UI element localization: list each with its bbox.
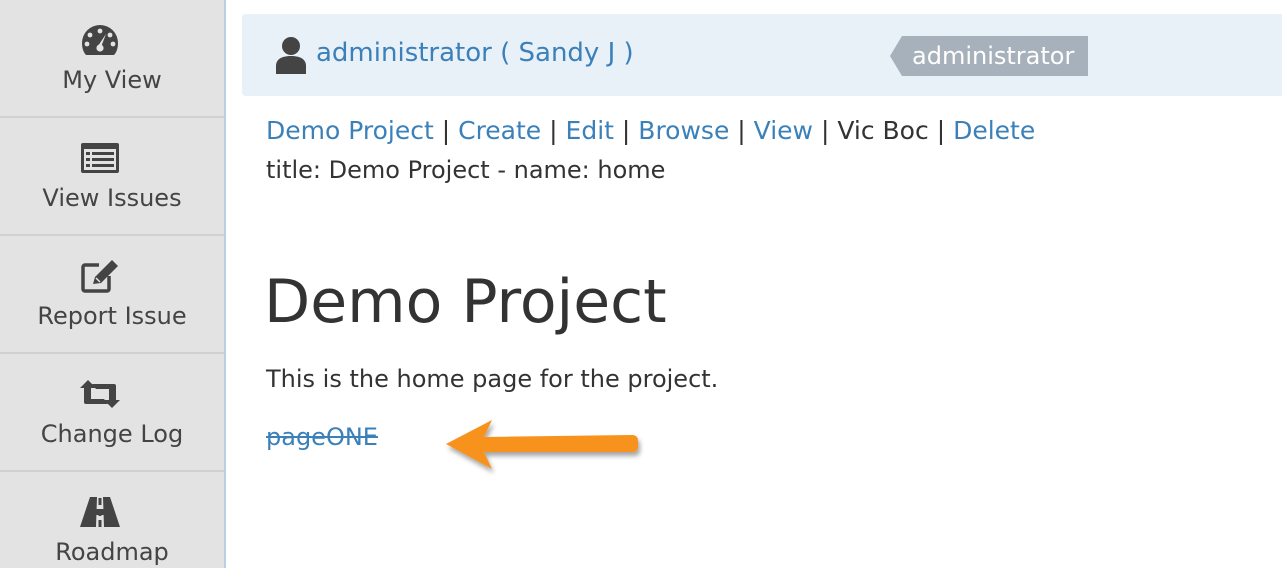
wiki-title-line: title: Demo Project - name: home [266, 156, 666, 184]
wiki-project-link[interactable]: Demo Project [266, 116, 434, 145]
separator: | [936, 116, 946, 145]
sidebar-item-view-issues[interactable]: View Issues [0, 118, 224, 236]
separator: | [441, 116, 451, 145]
sidebar-item-label: View Issues [42, 184, 182, 212]
separator: | [549, 116, 558, 145]
annotation-arrow [446, 420, 638, 469]
sidebar-item-label: Roadmap [55, 538, 169, 566]
retweet-icon [78, 374, 122, 414]
dashboard-icon [78, 20, 122, 60]
wiki-view-link[interactable]: View [754, 116, 813, 145]
sidebar-item-label: Change Log [40, 420, 184, 448]
wiki-delete-link[interactable]: Delete [953, 116, 1035, 145]
wiki-edit-link[interactable]: Edit [566, 116, 614, 145]
edit-icon [78, 256, 122, 296]
wiki-browse-link[interactable]: Browse [638, 116, 729, 145]
wiki-nav-links: Demo Project | Create | Edit | Browse | … [266, 114, 1035, 148]
page-one-link[interactable]: pageONE [266, 422, 378, 452]
user-account-link[interactable]: administrator ( Sandy J ) [316, 36, 634, 70]
wiki-create-link[interactable]: Create [458, 116, 541, 145]
user-info-bar: administrator ( Sandy J ) administrator [242, 14, 1282, 96]
sidebar-item-report-issue[interactable]: Report Issue [0, 236, 224, 354]
page-heading: Demo Project [264, 267, 667, 337]
separator: | [820, 116, 830, 145]
user-icon [276, 37, 306, 74]
separator: | [737, 116, 746, 145]
road-icon [78, 492, 122, 532]
sidebar-item-change-log[interactable]: Change Log [0, 354, 224, 472]
sidebar-item-label: My View [62, 66, 162, 94]
page-description: This is the home page for the project. [266, 365, 719, 393]
sidebar-item-roadmap[interactable]: Roadmap [0, 472, 224, 588]
sidebar-item-my-view[interactable]: My View [0, 0, 224, 118]
list-icon [78, 138, 122, 178]
separator: | [621, 116, 631, 145]
role-badge-point [890, 36, 902, 76]
sidebar-item-label: Report Issue [37, 302, 187, 330]
sidebar: My View View Issues Report Issue Change … [0, 0, 226, 568]
role-badge: administrator [890, 36, 1089, 76]
role-badge-label: administrator [902, 36, 1089, 76]
wiki-author-text: Vic Boc [837, 116, 929, 145]
